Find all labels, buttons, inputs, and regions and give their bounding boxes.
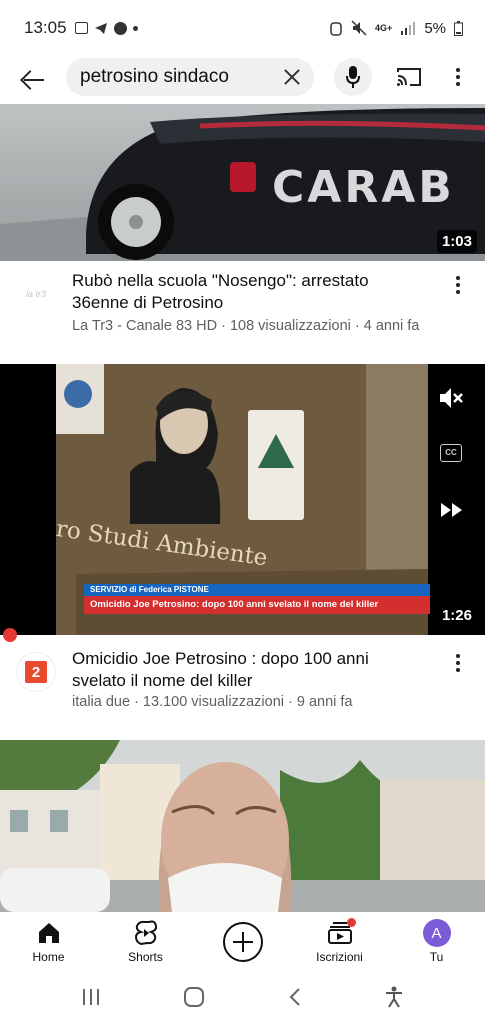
notification-dot xyxy=(347,918,356,927)
home-icon xyxy=(38,923,59,943)
video-thumbnail[interactable] xyxy=(0,740,485,912)
nav-subscriptions[interactable]: Iscrizioni xyxy=(291,912,388,970)
duration-badge: 1:03 xyxy=(436,230,477,253)
mic-button[interactable] xyxy=(334,58,372,96)
cast-icon[interactable] xyxy=(396,66,422,88)
clear-icon[interactable] xyxy=(282,67,302,87)
mute-status-icon xyxy=(351,20,367,36)
gallery-notification-icon xyxy=(74,22,88,34)
network-type: 4G+ xyxy=(375,22,393,33)
alarm-icon xyxy=(330,22,342,36)
video-info[interactable]: la tr3 Rubò nella scuola "Nosengo": arre… xyxy=(0,266,485,346)
banner-main: Omicidio Joe Petrosino: dopo 100 anni sv… xyxy=(84,596,430,614)
search-query: petrosino sindaco xyxy=(80,66,229,87)
video-meta: italia due · 13.100 visualizzazioni · 9 … xyxy=(72,694,353,710)
progress-scrubber[interactable] xyxy=(3,628,17,642)
telegram-icon xyxy=(94,22,107,34)
account-avatar: A xyxy=(422,919,451,947)
status-bar: 13:05 4G+ 5% xyxy=(0,0,485,56)
battery-icon xyxy=(454,20,463,36)
thumbnail-caption: CARAB xyxy=(272,162,455,213)
video-player-preview[interactable]: ro Studi Ambiente SERVIZIO di Federica P… xyxy=(0,364,485,635)
nav-subscriptions-label: Iscrizioni xyxy=(316,950,363,964)
back-button-icon[interactable] xyxy=(288,987,302,1007)
news-banner: SERVIZIO di Federica PISTONE Omicidio Jo… xyxy=(84,584,430,614)
channel-logo: 2 xyxy=(25,661,47,683)
video-title[interactable]: Rubò nella scuola "Nosengo": arrestato 3… xyxy=(72,270,422,314)
video-info[interactable]: 2 Omicidio Joe Petrosino : dopo 100 anni… xyxy=(0,644,485,724)
video-meta: La Tr3 - Canale 83 HD · 108 visualizzazi… xyxy=(72,318,420,334)
more-vert-icon[interactable] xyxy=(450,66,466,88)
signal-icon xyxy=(401,22,416,35)
status-right: 4G+ 5% xyxy=(329,20,463,37)
mic-icon xyxy=(346,66,360,88)
nav-you-label: Tu xyxy=(429,950,444,964)
search-input[interactable]: petrosino sindaco xyxy=(66,58,314,96)
shorts-icon xyxy=(134,920,157,946)
back-arrow-icon[interactable] xyxy=(18,65,48,95)
duration-badge: 1:26 xyxy=(436,604,477,627)
channel-avatar[interactable]: 2 xyxy=(16,652,56,692)
more-vert-icon[interactable] xyxy=(453,654,463,672)
system-navigation xyxy=(0,970,485,1023)
more-vert-icon[interactable] xyxy=(453,276,463,294)
notification-icons xyxy=(74,21,138,35)
channel-avatar[interactable]: la tr3 xyxy=(16,274,56,314)
nav-shorts-label: Shorts xyxy=(128,950,163,964)
bottom-navigation: Home Shorts Iscrizioni A Tu xyxy=(0,912,485,970)
fast-forward-icon[interactable] xyxy=(440,502,464,518)
nav-home-label: Home xyxy=(32,950,65,964)
video-thumbnail[interactable]: CARAB 1:03 xyxy=(0,104,485,261)
status-time: 13:05 xyxy=(24,18,67,37)
nav-home[interactable]: Home xyxy=(0,912,97,970)
street-scene-image xyxy=(0,740,485,912)
video-title[interactable]: Omicidio Joe Petrosino : dopo 100 anni s… xyxy=(72,648,422,692)
banner-top: SERVIZIO di Federica PISTONE xyxy=(84,584,430,596)
recent-apps-icon[interactable] xyxy=(81,988,101,1006)
create-icon xyxy=(222,922,263,962)
battery-percent: 5% xyxy=(424,19,446,37)
more-notifications-icon xyxy=(132,25,138,31)
nav-shorts[interactable]: Shorts xyxy=(97,912,194,970)
nav-you[interactable]: A Tu xyxy=(388,912,485,970)
search-header: petrosino sindaco xyxy=(0,56,485,104)
mute-icon[interactable] xyxy=(438,386,464,410)
captions-icon[interactable]: CC xyxy=(440,444,462,462)
preview-frame: ro Studi Ambiente SERVIZIO di Federica P… xyxy=(54,364,430,635)
accessibility-icon[interactable] xyxy=(384,986,404,1008)
nav-create[interactable] xyxy=(194,912,291,970)
home-button-icon[interactable] xyxy=(183,986,205,1008)
facebook-icon xyxy=(113,21,127,35)
